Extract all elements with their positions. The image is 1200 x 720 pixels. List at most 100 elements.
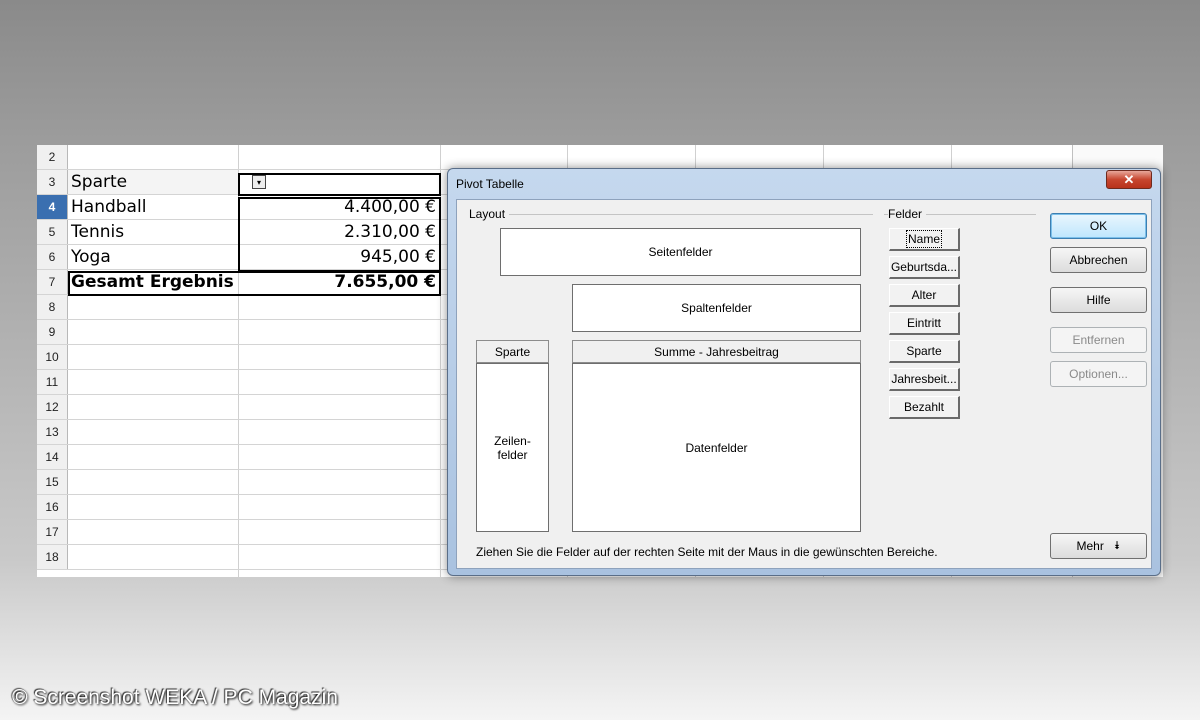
ok-label: OK (1089, 219, 1108, 233)
cell-a[interactable] (68, 470, 238, 494)
cell-b[interactable]: 2.310,00 € (238, 220, 440, 244)
cell-b[interactable] (238, 420, 440, 444)
row-header[interactable]: 9 (37, 320, 68, 344)
row-header[interactable]: 14 (37, 445, 68, 469)
cell-b[interactable] (238, 520, 440, 544)
cell-a[interactable]: Handball (68, 195, 238, 219)
pivot-table-dialog: Pivot Tabelle ✕ Layout Felder Seitenfeld… (447, 168, 1161, 576)
cell-b-text: 4.400,00 € (344, 197, 436, 217)
close-button[interactable]: ✕ (1106, 170, 1152, 189)
field-item-label: Geburtsda... (890, 260, 958, 274)
cell-a[interactable] (68, 320, 238, 344)
cell-a[interactable]: Sparte ▾ (68, 170, 266, 194)
cell-a[interactable]: Tennis (68, 220, 238, 244)
row-header[interactable]: 7 (37, 270, 68, 294)
cell-a[interactable] (68, 520, 238, 544)
row-header[interactable]: 18 (37, 545, 68, 569)
field-item-label: Jahresbeit... (891, 372, 957, 386)
remove-label: Entfernen (1072, 333, 1125, 347)
cell-b[interactable] (238, 545, 440, 569)
cell-b[interactable] (238, 470, 440, 494)
cell-a[interactable] (68, 545, 238, 569)
field-item[interactable]: Alter (889, 284, 960, 307)
cell-b[interactable]: 7.655,00 € (238, 270, 440, 294)
options-label: Optionen... (1069, 367, 1128, 381)
cell-a[interactable] (68, 345, 238, 369)
row-fields-area[interactable]: Zeilen- felder (476, 363, 549, 532)
cell-b[interactable]: 945,00 € (238, 245, 440, 269)
row-header[interactable]: 10 (37, 345, 68, 369)
sheet-row: 2 (37, 145, 1163, 170)
cell-b[interactable] (238, 445, 440, 469)
cell-b[interactable] (238, 295, 440, 319)
field-item-label: Bezahlt (903, 400, 945, 414)
cell-b[interactable] (238, 495, 440, 519)
options-button[interactable]: Optionen... (1050, 361, 1147, 387)
row-field-sparte[interactable]: Sparte (476, 340, 549, 363)
field-item[interactable]: Name (889, 228, 960, 251)
cancel-label: Abbrechen (1069, 253, 1128, 267)
cell-b-text: 945,00 € (360, 247, 436, 267)
row-header[interactable]: 12 (37, 395, 68, 419)
cell-b[interactable] (238, 370, 440, 394)
layout-label: Layout (469, 207, 510, 221)
row-field-label: Sparte (494, 344, 531, 359)
field-item[interactable]: Jahresbeit... (889, 368, 960, 391)
dialog-client: Layout Felder Seitenfelder Spaltenfelder… (456, 199, 1152, 569)
row-header[interactable]: 17 (37, 520, 68, 544)
row-header[interactable]: 6 (37, 245, 68, 269)
copyright-watermark: © Screenshot WEKA / PC Magazin (12, 686, 338, 709)
cell-a[interactable] (68, 495, 238, 519)
field-item[interactable]: Sparte (889, 340, 960, 363)
help-label: Hilfe (1086, 293, 1111, 307)
cell-a[interactable]: Yoga (68, 245, 238, 269)
cell-b[interactable] (238, 320, 440, 344)
cell-a-text: Tennis (71, 222, 125, 242)
page-fields-label: Seitenfelder (648, 245, 713, 259)
cell-a[interactable] (68, 295, 238, 319)
dialog-title: Pivot Tabelle (456, 177, 524, 191)
field-item-label: Name (905, 230, 943, 248)
cancel-button[interactable]: Abbrechen (1050, 247, 1147, 273)
data-fields-label: Datenfelder (685, 440, 748, 455)
cell-b[interactable] (238, 395, 440, 419)
cell-a[interactable] (68, 395, 238, 419)
row-header[interactable]: 5 (37, 220, 68, 244)
page-fields-area[interactable]: Seitenfelder (500, 228, 861, 276)
cell-b[interactable] (238, 345, 440, 369)
row-header[interactable]: 13 (37, 420, 68, 444)
field-item[interactable]: Bezahlt (889, 396, 960, 419)
column-fields-label: Spaltenfelder (681, 301, 752, 315)
field-item-label: Sparte (906, 344, 942, 358)
more-button[interactable]: Mehr ⯯ (1050, 533, 1147, 559)
field-item[interactable]: Eintritt (889, 312, 960, 335)
row-header[interactable]: 16 (37, 495, 68, 519)
field-item[interactable]: Geburtsda... (889, 256, 960, 279)
data-field-summe-jahresbeitrag[interactable]: Summe - Jahresbeitrag (572, 340, 861, 363)
cell-a[interactable]: Gesamt Ergebnis (68, 270, 238, 294)
row-header[interactable]: 3 (37, 170, 68, 194)
layout-group-line (469, 214, 873, 215)
cell-a-text: Handball (71, 197, 147, 217)
cell-b[interactable] (238, 170, 440, 194)
help-button[interactable]: Hilfe (1050, 287, 1147, 313)
cell-a[interactable] (68, 145, 238, 169)
cell-a-text: Yoga (71, 247, 111, 267)
column-fields-area[interactable]: Spaltenfelder (572, 284, 861, 332)
more-label: Mehr (1076, 539, 1104, 553)
cell-a[interactable] (68, 370, 238, 394)
cell-a[interactable] (68, 445, 238, 469)
instruction-text: Ziehen Sie die Felder auf der rechten Se… (476, 545, 938, 559)
cell-b[interactable]: 4.400,00 € (238, 195, 440, 219)
cell-b[interactable] (238, 145, 440, 169)
row-header[interactable]: 4 (37, 195, 68, 219)
data-fields-area[interactable]: Datenfelder (572, 363, 861, 532)
row-header[interactable]: 8 (37, 295, 68, 319)
close-icon: ✕ (1123, 171, 1135, 187)
row-header[interactable]: 11 (37, 370, 68, 394)
ok-button[interactable]: OK (1050, 213, 1147, 239)
cell-a[interactable] (68, 420, 238, 444)
row-header[interactable]: 15 (37, 470, 68, 494)
row-header[interactable]: 2 (37, 145, 68, 169)
remove-button[interactable]: Entfernen (1050, 327, 1147, 353)
